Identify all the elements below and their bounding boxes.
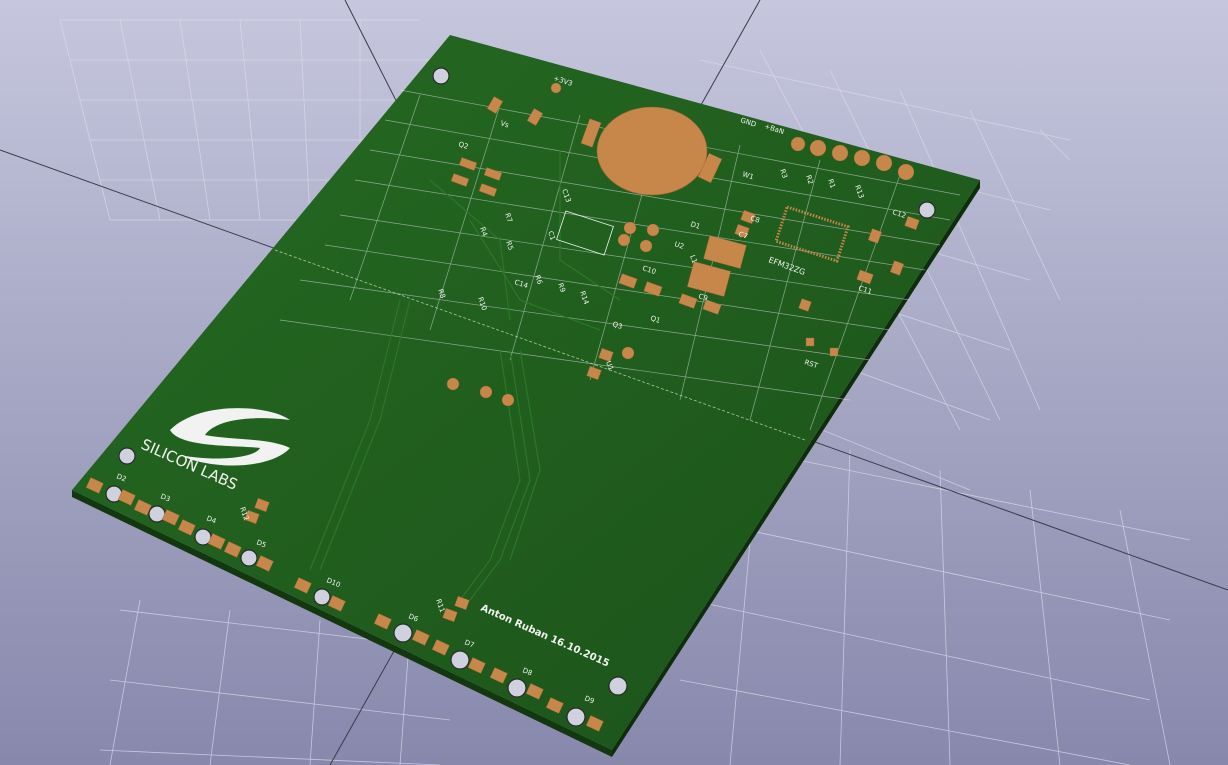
pcb-3d-viewer-canvas[interactable]: SILICON LABS Anton Ruban 16.10.2015 EFM3… <box>0 0 1228 765</box>
mounting-hole <box>118 447 136 465</box>
battery-pad <box>596 106 708 196</box>
mounting-hole <box>432 67 450 85</box>
mounting-hole <box>918 201 936 219</box>
mounting-hole <box>608 676 628 696</box>
